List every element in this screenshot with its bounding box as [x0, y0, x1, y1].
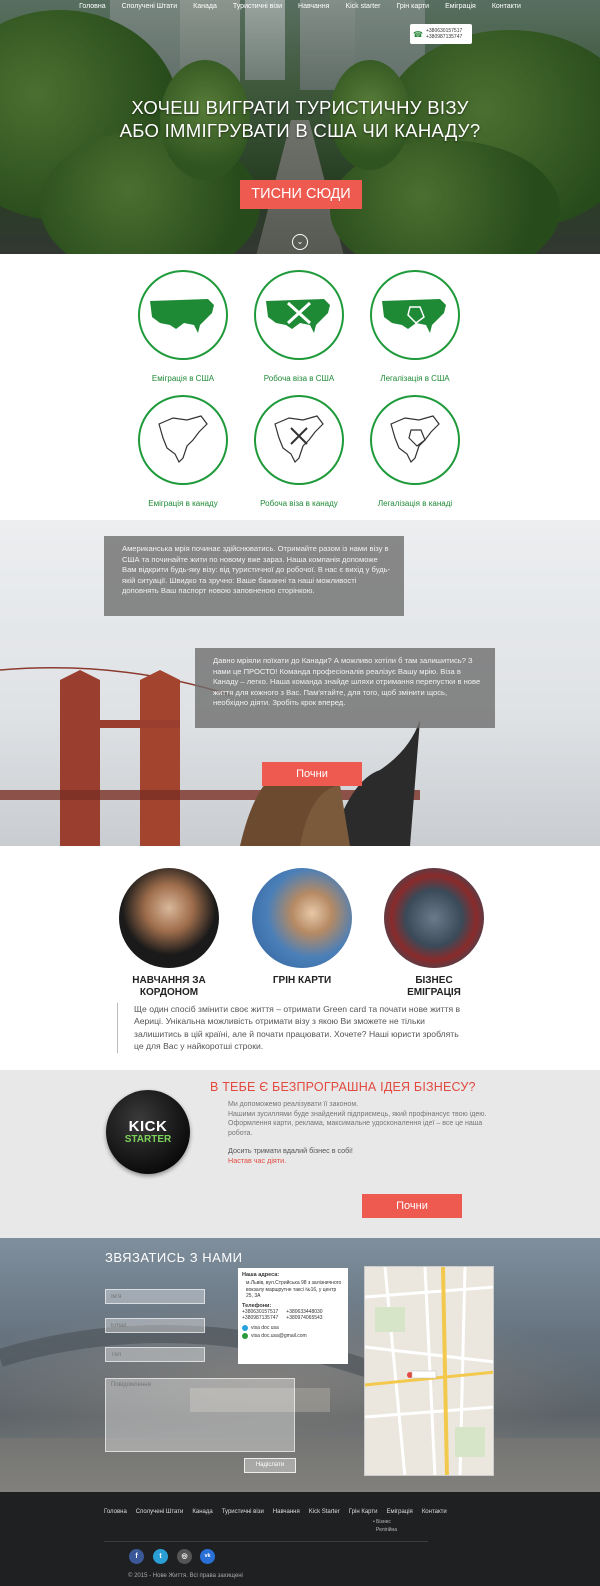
instagram-icon[interactable]: ◎ [177, 1549, 192, 1564]
feature-study-abroad[interactable]: НАВЧАННЯ ЗА КОРДОНОМ [114, 868, 224, 999]
hero-cta-button[interactable]: ТИСНИ СЮДИ [240, 180, 362, 209]
kickstarter-logo-text-2: STARTER [124, 1133, 172, 1145]
feature-title: ГРІН КАРТИ [272, 975, 332, 986]
address-text: м.Львів, вул.Стрийська 98 з залізничного… [246, 1280, 342, 1300]
address-card: Наша адреса: м.Львів, вул.Стрийська 98 з… [238, 1268, 348, 1364]
kickstarter-start-button[interactable]: Почни [362, 1194, 462, 1218]
usa-info-box: Американська мрія починає здійснюватись.… [104, 536, 404, 616]
phone-3: +380987135747 [242, 1315, 279, 1322]
north-america-icon [138, 395, 228, 485]
north-america-tag-icon [370, 395, 460, 485]
service-work-visa-usa[interactable]: Робоча віза в США [239, 270, 359, 383]
service-label: Робоча віза в канаду [260, 499, 338, 508]
nav-emigration[interactable]: Еміграція [437, 0, 484, 14]
address-heading: Наша адреса: [242, 1272, 280, 1278]
footer-sub-religious[interactable]: Релігійна [376, 1527, 397, 1533]
north-america-tools-icon [254, 395, 344, 485]
footer-navigation: Головна Сполучені Штати Канада Туристичн… [104, 1509, 456, 1515]
service-legalization-canada[interactable]: Легалізація в канаді [355, 395, 475, 508]
contact-title: ЗВЯЗАТИСЬ З НАМИ [105, 1250, 243, 1265]
kickstarter-body: Ми допоможемо реалізувати її законом. На… [228, 1100, 490, 1138]
footer-nav-contacts[interactable]: Контакти [422, 1509, 456, 1515]
hero-title-line-1: ХОЧЕШ ВИГРАТИ ТУРИСТИЧНУ ВІЗУ [131, 97, 469, 118]
kickstarter-title: В ТЕБЕ Є БЕЗПРОГРАШНА ІДЕЯ БІЗНЕСУ? [210, 1080, 476, 1094]
service-emigration-usa[interactable]: Еміграція в США [123, 270, 243, 383]
skype-icon [242, 1325, 248, 1332]
footer [0, 1492, 600, 1586]
footer-divider [104, 1541, 428, 1542]
location-map[interactable] [364, 1266, 494, 1476]
nav-home[interactable]: Головна [71, 0, 114, 14]
footer-nav-kickstarter[interactable]: Kick Starter [309, 1509, 349, 1515]
nav-tourist-visas[interactable]: Туристичні візи [225, 0, 290, 14]
service-label: Еміграція в США [151, 374, 215, 383]
feature-title: НАВЧАННЯ ЗА [132, 975, 206, 986]
kickstarter-body-line-1: Ми допоможемо реалізувати її законом. [228, 1101, 359, 1108]
usa-tag-icon [370, 270, 460, 360]
bridge-section: Американська мрія починає здійснюватись.… [0, 520, 600, 846]
nav-green-cards[interactable]: Грін карти [388, 0, 437, 14]
email-icon [242, 1333, 248, 1340]
message-textarea[interactable] [105, 1378, 295, 1452]
kickstarter-logo: KICK STARTER [106, 1090, 190, 1174]
top-navigation: Головна Сполучені Штати Канада Туристичн… [0, 0, 600, 14]
phone-input[interactable] [105, 1347, 205, 1362]
phone-box: ☎ +380630157517 +380987135747 [410, 24, 472, 44]
footer-nav-education[interactable]: Навчання [273, 1509, 309, 1515]
passports-photo [384, 868, 484, 968]
feature-title-2: КОРДОНОМ [139, 987, 199, 998]
feature-green-cards[interactable]: ГРІН КАРТИ [247, 868, 357, 987]
kickstarter-logo-text-1: KICK [128, 1117, 168, 1135]
footer-nav-home[interactable]: Головна [104, 1509, 136, 1515]
service-emigration-canada[interactable]: Еміграція в канаду [123, 395, 243, 508]
service-label: Еміграція в канаду [148, 499, 218, 508]
kickstarter-cta-text: Настав час діяти. [228, 1156, 287, 1165]
nav-usa[interactable]: Сполучені Штати [114, 0, 185, 14]
footer-sub-business[interactable]: • Бізнес [373, 1519, 391, 1525]
hero-title: ХОЧЕШ ВИГРАТИ ТУРИСТИЧНУ ВІЗУ АБО ІММІГР… [60, 96, 540, 142]
hero-title-line-2: АБО ІММІГРУВАТИ В США ЧИ КАНАДУ? [119, 120, 481, 141]
usa-tools-icon [254, 270, 344, 360]
service-label: Легалізація в канаді [377, 499, 453, 508]
kickstarter-body-line-2: Нашими зусиллями буде знайдений підприєм… [228, 1110, 487, 1137]
hero-phone-2: +380987135747 [425, 34, 463, 40]
copyright: © 2015 - Нове Життя. Всі права захищені [128, 1573, 243, 1579]
green-card-description: Ще один спосіб змінити своє життя – отри… [117, 1003, 467, 1053]
skype-name: visa doc usa [251, 1324, 279, 1331]
green-card-photo [252, 868, 352, 968]
kickstarter-subtext: Досить тримати вдалий бізнес в собі! Нас… [228, 1146, 490, 1166]
graduates-photo [119, 868, 219, 968]
canada-info-box: Давно мріяли поїхати до Канади? А можлив… [195, 648, 495, 728]
service-label: Робоча віза в США [263, 374, 335, 383]
phone-icon: ☎ [413, 29, 423, 39]
service-legalization-usa[interactable]: Легалізація в США [355, 270, 475, 383]
scroll-down-icon[interactable]: ⌄ [292, 234, 308, 250]
feature-title: БІЗНЕС [415, 975, 453, 986]
footer-nav-emigration[interactable]: Еміграція [386, 1509, 421, 1515]
vk-icon[interactable]: vk [200, 1549, 215, 1564]
nav-contacts[interactable]: Контакти [484, 0, 529, 14]
footer-nav-tourist-visas[interactable]: Туристичні візи [222, 1509, 273, 1515]
kickstarter-sub-line: Досить тримати вдалий бізнес в собі! [228, 1146, 353, 1155]
footer-nav-usa[interactable]: Сполучені Штати [136, 1509, 193, 1515]
email-input[interactable] [105, 1318, 205, 1333]
phone-4: +380974065543 [286, 1315, 323, 1322]
service-work-visa-canada[interactable]: Робоча віза в канаду [239, 395, 359, 508]
nav-kickstarter[interactable]: Kick starter [337, 0, 388, 14]
nav-canada[interactable]: Канада [185, 0, 225, 14]
bridge-start-button[interactable]: Почни [262, 762, 362, 786]
facebook-icon[interactable]: f [129, 1549, 144, 1564]
contact-email: visa doc.usa@gmail.com [251, 1333, 307, 1340]
footer-nav-canada[interactable]: Канада [192, 1509, 221, 1515]
twitter-icon[interactable]: t [153, 1549, 168, 1564]
name-input[interactable] [105, 1289, 205, 1304]
usa-map-icon [138, 270, 228, 360]
feature-title-2: ЕМІГРАЦІЯ [407, 987, 461, 998]
send-button[interactable]: Надіслати [244, 1458, 296, 1473]
feature-business-emigration[interactable]: БІЗНЕС ЕМІГРАЦІЯ [379, 868, 489, 999]
nav-education[interactable]: Навчання [290, 0, 337, 14]
footer-nav-green-cards[interactable]: Грін Карти [349, 1509, 387, 1515]
service-label: Легалізація в США [380, 374, 450, 383]
